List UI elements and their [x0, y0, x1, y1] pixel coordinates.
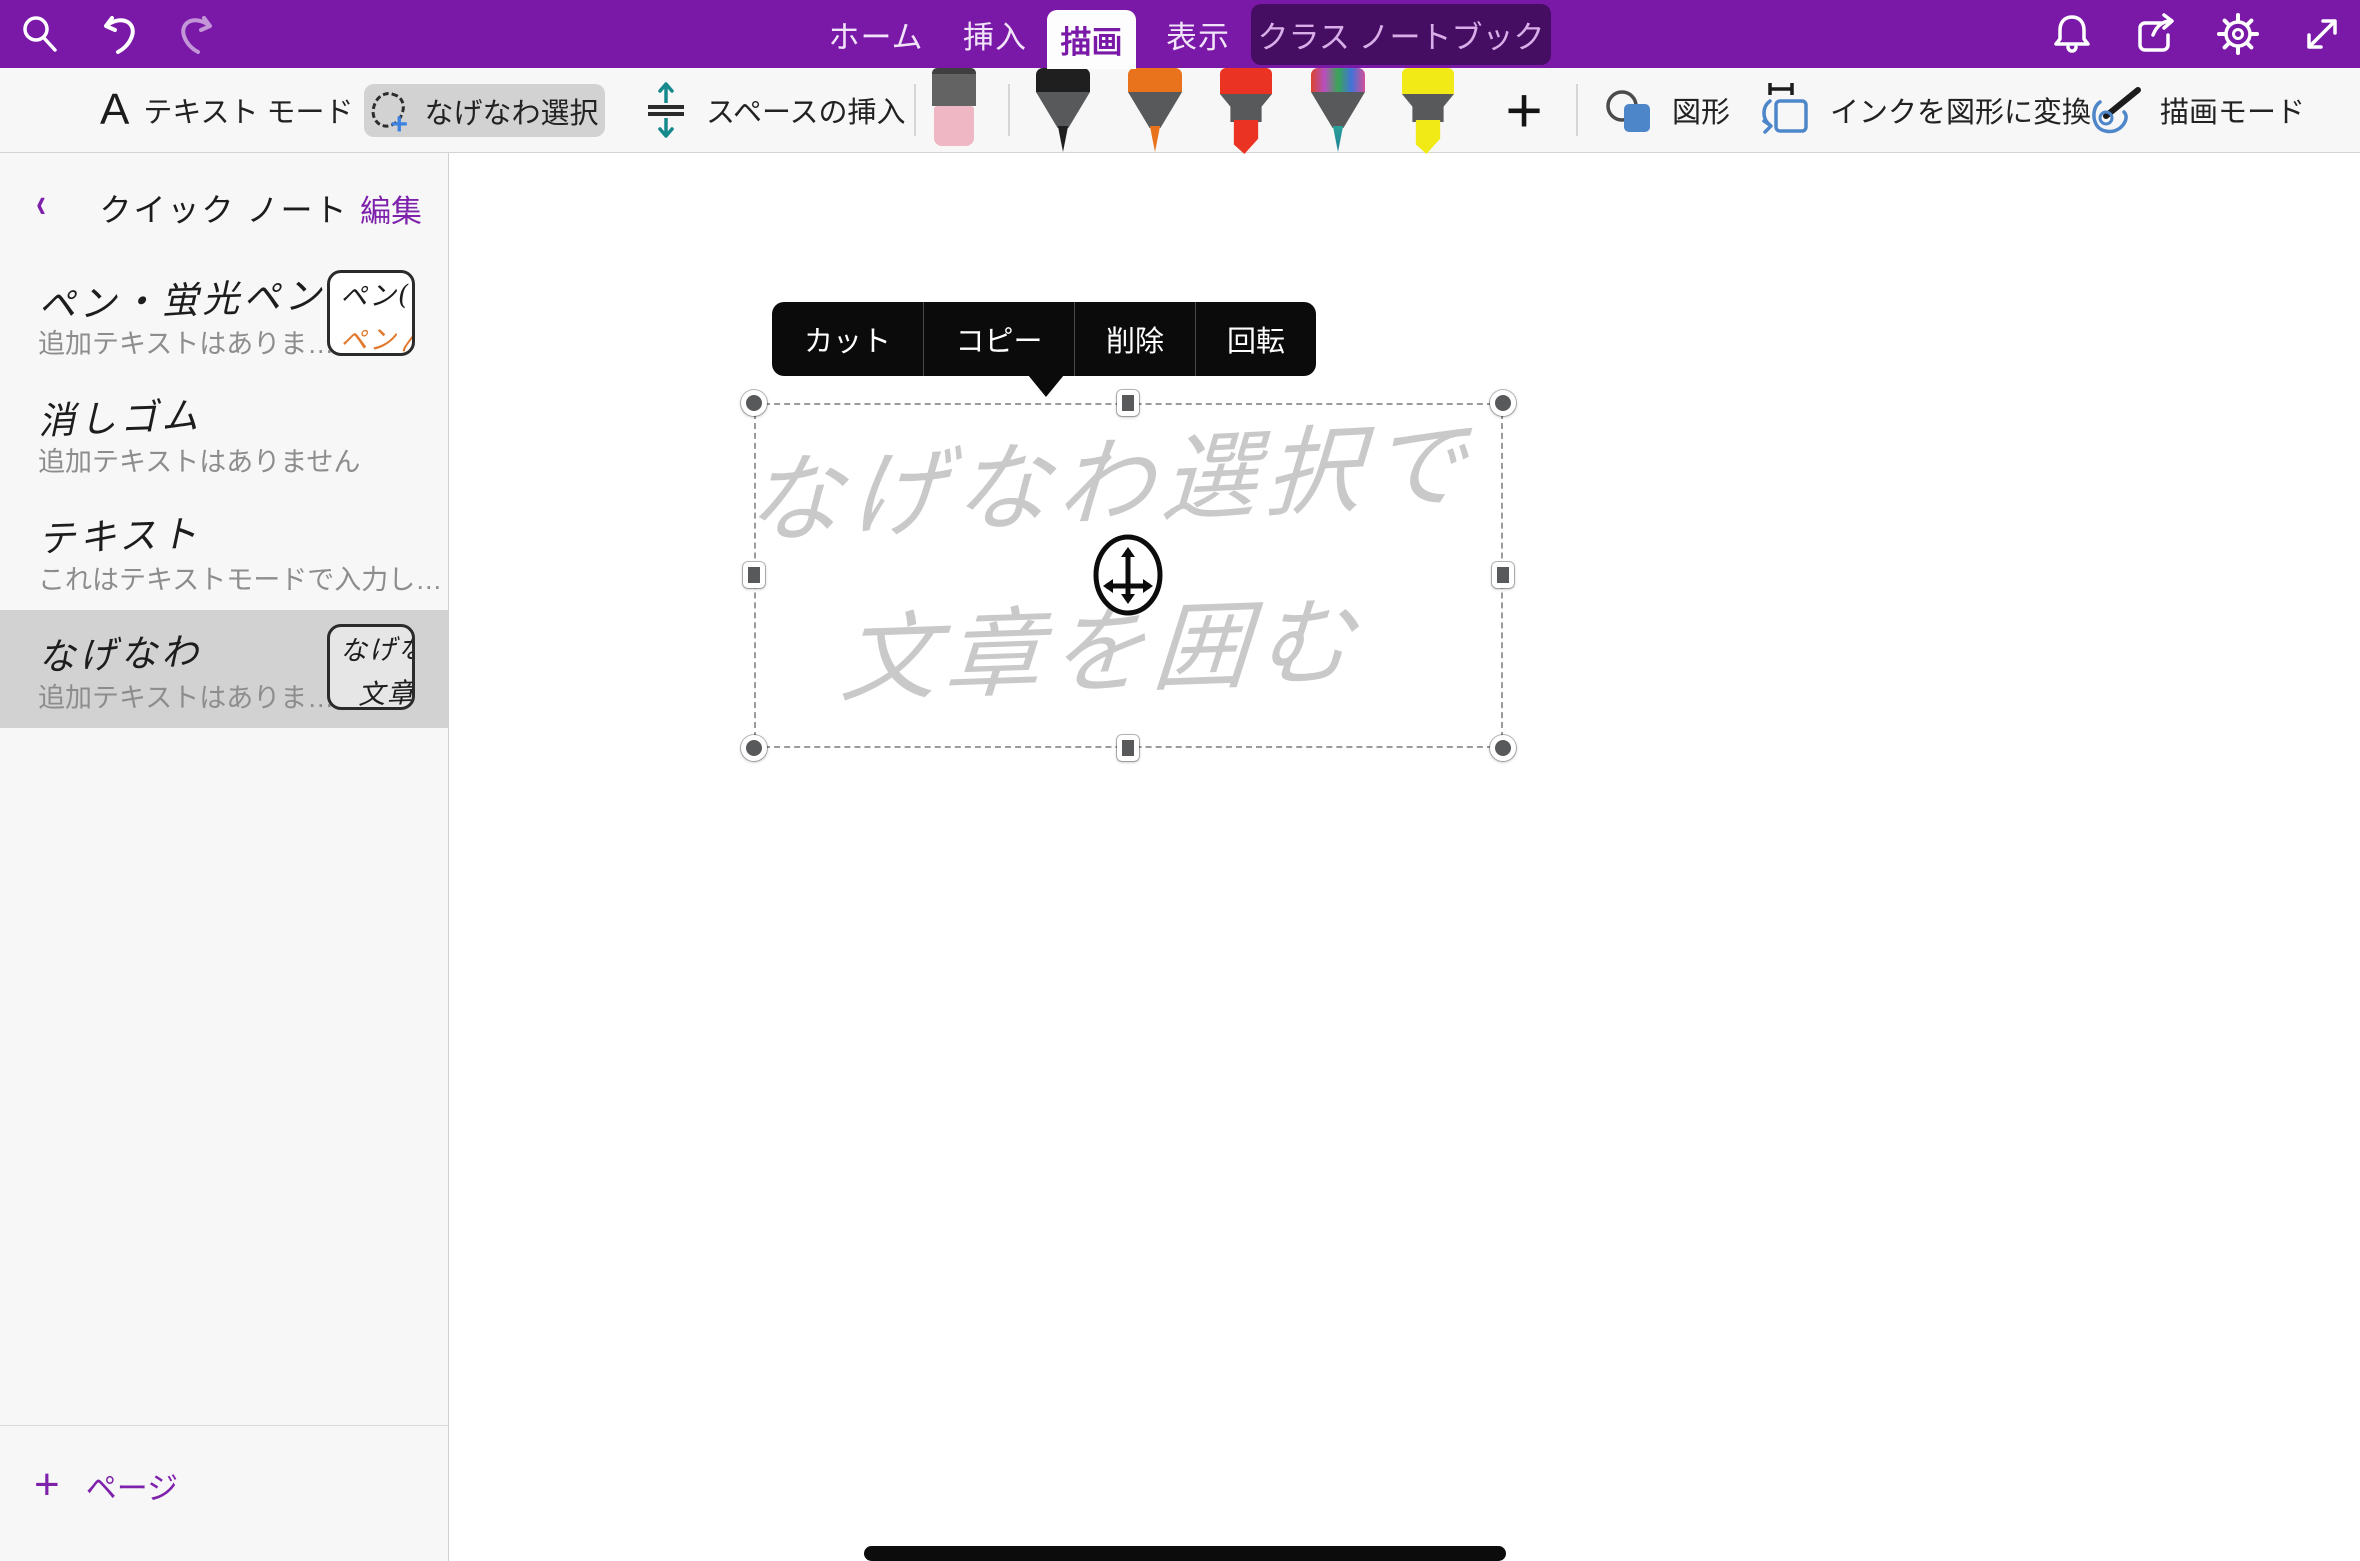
tab-home-label: ホーム [828, 12, 923, 57]
text-mode-button[interactable]: A テキスト モード [100, 68, 354, 152]
tab-insert-label: 挿入 [963, 12, 1027, 57]
insert-space-label: スペースの挿入 [706, 89, 906, 131]
sidebar-footer: + ページ [0, 1425, 449, 1561]
add-page-button[interactable]: + ページ [34, 1460, 178, 1510]
tab-draw-selected[interactable]: 描画 [1047, 10, 1136, 69]
draw-ribbon-toolbar: A テキスト モード + なげなわ選択 スペースの挿入 [0, 68, 2360, 153]
draw-mode-button[interactable]: 描画モード [2086, 68, 2305, 152]
share-icon[interactable] [2128, 8, 2180, 60]
rainbow-pen-tool[interactable] [1311, 68, 1365, 152]
selection-handle-bottom-left[interactable] [741, 735, 767, 761]
toolbar-divider [914, 84, 916, 136]
draw-mode-label: 描画モード [2160, 89, 2305, 131]
page-list-item-eraser[interactable]: 消しゴム 追加テキストはありません [0, 374, 449, 492]
shapes-button[interactable]: 図形 [1602, 68, 1730, 152]
page-list-item-lasso-selected[interactable]: なげなわ 追加テキストはありま… なげなわ 文章を [0, 610, 449, 728]
shapes-icon [1602, 84, 1658, 136]
insert-space-button[interactable]: スペースの挿入 [640, 68, 906, 152]
orange-pen-icon [1128, 68, 1182, 92]
top-app-bar: ホーム 挿入 描画 表示 クラス ノートブック [0, 0, 2360, 68]
page-thumbnail: なげなわ 文章を [327, 624, 415, 710]
ink-to-shape-button[interactable]: インクを図形に変換 [1758, 68, 2091, 152]
red-highlighter-icon [1220, 68, 1272, 94]
note-canvas[interactable]: カット コピー 削除 回転 なげなわ選択で 文章を囲む [450, 153, 2360, 1561]
context-menu-rotate[interactable]: 回転 [1195, 302, 1316, 376]
page-title: なげなわ [37, 621, 203, 681]
selection-handle-bottom-right[interactable] [1490, 735, 1516, 761]
page-title: ペン・蛍光ペン [37, 265, 326, 329]
tab-view[interactable]: 表示 [1160, 0, 1236, 68]
lasso-select-button[interactable]: + なげなわ選択 [364, 84, 605, 137]
page-subtitle: 追加テキストはありま… [38, 676, 334, 715]
tab-home[interactable]: ホーム [820, 0, 932, 68]
selection-handle-right[interactable] [1492, 562, 1514, 588]
toolbar-divider [1008, 84, 1010, 136]
shapes-label: 図形 [1672, 89, 1730, 131]
redo-icon[interactable] [168, 8, 220, 60]
add-page-label: ページ [86, 1463, 178, 1508]
tab-insert[interactable]: 挿入 [950, 0, 1040, 68]
context-menu-cut[interactable]: カット [772, 302, 923, 376]
toolbar-divider [1576, 84, 1578, 136]
insert-space-icon [640, 81, 692, 139]
tab-draw-label: 描画 [1061, 17, 1123, 62]
page-list-item-pen-highlighter[interactable]: ペン・蛍光ペン 追加テキストはありま… ペン( ペン〳 [0, 256, 449, 374]
context-menu-delete[interactable]: 削除 [1074, 302, 1195, 376]
page-subtitle: 追加テキストはありま… [38, 322, 334, 361]
orange-pen-tool[interactable] [1128, 68, 1182, 152]
lasso-icon: + [370, 90, 410, 132]
tab-class-notebook-label: クラス ノートブック [1258, 12, 1545, 57]
context-menu-copy[interactable]: コピー [923, 302, 1074, 376]
selection-handle-bottom[interactable] [1117, 735, 1139, 761]
tab-class-notebook[interactable]: クラス ノートブック [1251, 4, 1551, 65]
ink-to-shape-icon [1758, 81, 1816, 139]
search-icon[interactable] [14, 8, 66, 60]
home-indicator-bar[interactable] [864, 1546, 1506, 1561]
fullscreen-expand-icon[interactable] [2296, 8, 2348, 60]
settings-gear-icon[interactable] [2212, 8, 2264, 60]
page-list-item-text[interactable]: テキスト これはテキストモードで入力し… [0, 492, 449, 610]
tab-view-label: 表示 [1166, 12, 1230, 57]
page-title: テキスト [37, 503, 202, 563]
add-pen-plus-icon: + [1505, 73, 1542, 147]
undo-icon[interactable] [96, 8, 148, 60]
add-page-plus-icon: + [34, 1460, 60, 1510]
page-subtitle: 追加テキストはありません [38, 440, 360, 479]
selection-handle-top[interactable] [1117, 390, 1139, 416]
red-highlighter-tool[interactable] [1220, 68, 1272, 154]
page-subtitle: これはテキストモードで入力し… [38, 558, 442, 597]
edit-button[interactable]: 編集 [360, 186, 422, 231]
page-title: 消しゴム [37, 385, 203, 445]
black-pen-tool[interactable] [1036, 68, 1090, 152]
context-menu-pointer [1028, 375, 1064, 397]
yellow-highlighter-icon [1402, 68, 1454, 94]
selection-handle-top-right[interactable] [1490, 390, 1516, 416]
add-pen-button[interactable]: + [1494, 68, 1554, 152]
eraser-icon [932, 68, 976, 106]
rainbow-pen-icon [1311, 68, 1365, 92]
ink-to-shape-label: インクを図形に変換 [1830, 89, 2091, 131]
notifications-bell-icon[interactable] [2046, 8, 2098, 60]
ink-context-menu: カット コピー 削除 回転 [772, 302, 1316, 376]
sidebar-header: ‹ クイック ノート 編集 [0, 153, 448, 253]
selection-handle-top-left[interactable] [741, 390, 767, 416]
page-thumbnail: ペン( ペン〳 [327, 270, 415, 356]
black-pen-icon [1036, 68, 1090, 92]
lasso-select-label: なげなわ選択 [424, 90, 598, 132]
yellow-highlighter-tool[interactable] [1402, 68, 1454, 154]
draw-mode-icon [2086, 82, 2146, 138]
page-list-sidebar: ‹ クイック ノート 編集 ペン・蛍光ペン 追加テキストはありま… ペン( ペン… [0, 153, 449, 1561]
selection-move-icon[interactable] [1092, 534, 1164, 616]
eraser-tool[interactable] [932, 68, 976, 146]
text-mode-label: テキスト モード [143, 89, 353, 131]
text-mode-icon: A [100, 85, 129, 135]
selection-handle-left[interactable] [743, 562, 765, 588]
